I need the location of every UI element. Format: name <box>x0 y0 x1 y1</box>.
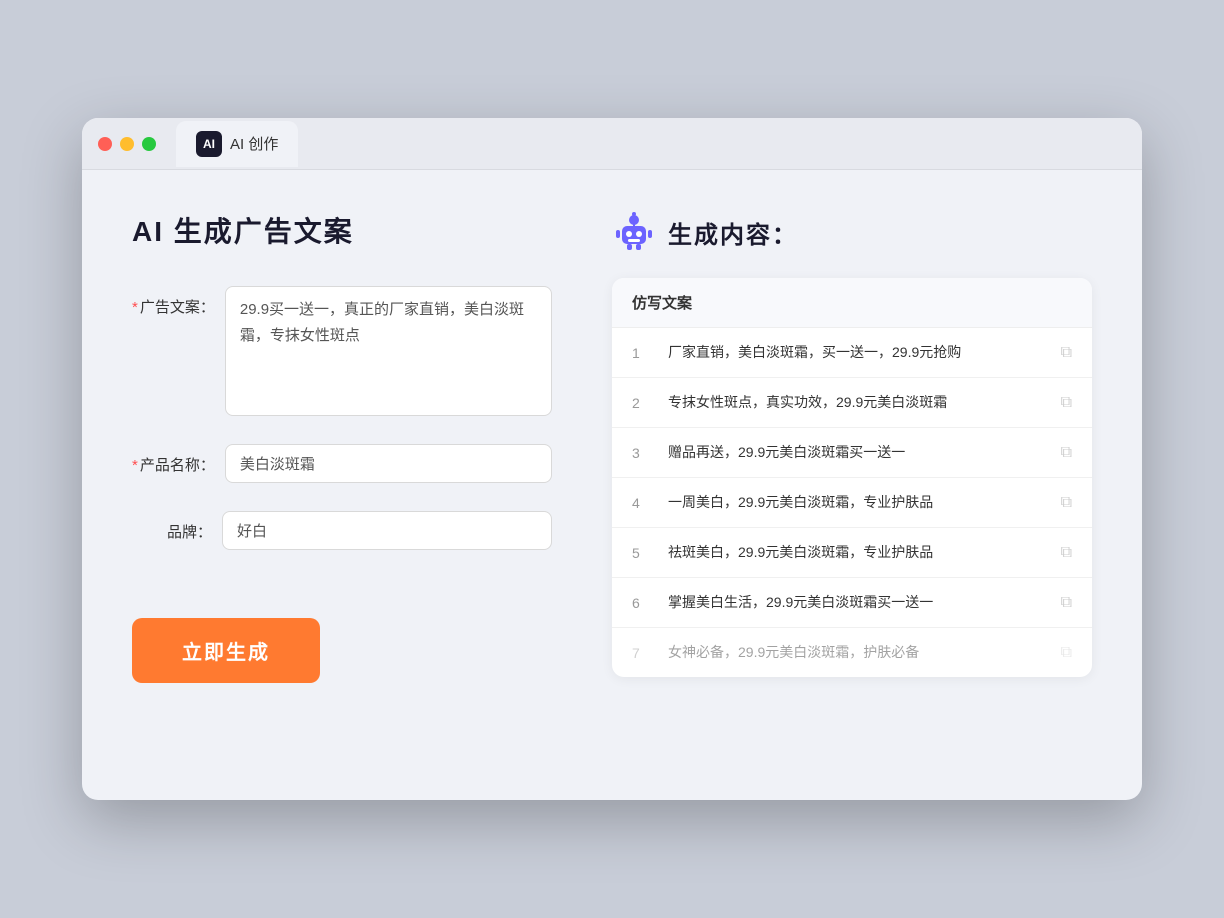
table-row: 3 赠品再送，29.9元美白淡斑霜买一送一 ⧉ <box>612 428 1092 478</box>
row-text: 厂家直销，美白淡斑霜，买一送一，29.9元抢购 <box>668 342 1045 363</box>
brand-label: 品牌： <box>132 511 222 542</box>
ad-label: *广告文案： <box>132 286 225 317</box>
table-row: 2 专抹女性斑点，真实功效，29.9元美白淡斑霜 ⧉ <box>612 378 1092 428</box>
main-content: AI 生成广告文案 *广告文案： *产品名称： 品牌： 立 <box>82 170 1142 800</box>
right-header: 生成内容： <box>612 210 1092 254</box>
generate-button[interactable]: 立即生成 <box>132 618 320 683</box>
copy-icon[interactable]: ⧉ <box>1061 644 1072 662</box>
copy-icon[interactable]: ⧉ <box>1061 594 1072 612</box>
copy-icon[interactable]: ⧉ <box>1061 344 1072 362</box>
ai-tab[interactable]: AI AI 创作 <box>176 121 298 167</box>
left-panel: AI 生成广告文案 *广告文案： *产品名称： 品牌： 立 <box>132 210 552 760</box>
table-body: 1 厂家直销，美白淡斑霜，买一送一，29.9元抢购 ⧉ 2 专抹女性斑点，真实功效，29… <box>612 328 1092 677</box>
row-text: 掌握美白生活，29.9元美白淡斑霜买一送一 <box>668 592 1045 613</box>
row-number: 3 <box>632 445 652 461</box>
copy-icon[interactable]: ⧉ <box>1061 444 1072 462</box>
brand-group: 品牌： <box>132 511 552 550</box>
close-button[interactable] <box>98 137 112 151</box>
page-title: AI 生成广告文案 <box>132 210 552 250</box>
title-bar: AI AI 创作 <box>82 118 1142 170</box>
ad-copy-input[interactable] <box>225 286 552 416</box>
right-title: 生成内容： <box>668 215 798 250</box>
row-number: 6 <box>632 595 652 611</box>
ai-logo-icon: AI <box>196 131 222 157</box>
required-star-ad: * <box>132 299 138 316</box>
product-name-group: *产品名称： <box>132 444 552 483</box>
right-panel: 生成内容： 仿写文案 1 厂家直销，美白淡斑霜，买一送一，29.9元抢购 ⧉ 2 专抹女… <box>612 210 1092 760</box>
required-star-product: * <box>132 457 138 474</box>
row-number: 5 <box>632 545 652 561</box>
copy-icon[interactable]: ⧉ <box>1061 394 1072 412</box>
table-row: 4 一周美白，29.9元美白淡斑霜，专业护肤品 ⧉ <box>612 478 1092 528</box>
row-text: 祛斑美白，29.9元美白淡斑霜，专业护肤品 <box>668 542 1045 563</box>
table-header-text: 仿写文案 <box>632 295 692 312</box>
results-table: 仿写文案 1 厂家直销，美白淡斑霜，买一送一，29.9元抢购 ⧉ 2 专抹女性斑点，真实… <box>612 278 1092 677</box>
table-header: 仿写文案 <box>612 278 1092 328</box>
row-number: 7 <box>632 645 652 661</box>
table-row: 1 厂家直销，美白淡斑霜，买一送一，29.9元抢购 ⧉ <box>612 328 1092 378</box>
brand-input[interactable] <box>222 511 552 550</box>
maximize-button[interactable] <box>142 137 156 151</box>
table-row: 7 女神必备，29.9元美白淡斑霜，护肤必备 ⧉ <box>612 628 1092 677</box>
browser-window: AI AI 创作 AI 生成广告文案 *广告文案： *产品名称： <box>82 118 1142 800</box>
copy-icon[interactable]: ⧉ <box>1061 544 1072 562</box>
traffic-lights <box>98 137 156 151</box>
row-text: 专抹女性斑点，真实功效，29.9元美白淡斑霜 <box>668 392 1045 413</box>
table-row: 5 祛斑美白，29.9元美白淡斑霜，专业护肤品 ⧉ <box>612 528 1092 578</box>
product-label: *产品名称： <box>132 444 225 475</box>
row-number: 1 <box>632 345 652 361</box>
ad-copy-group: *广告文案： <box>132 286 552 416</box>
copy-icon[interactable]: ⧉ <box>1061 494 1072 512</box>
row-text: 赠品再送，29.9元美白淡斑霜买一送一 <box>668 442 1045 463</box>
row-text: 女神必备，29.9元美白淡斑霜，护肤必备 <box>668 642 1045 663</box>
row-number: 2 <box>632 395 652 411</box>
table-row: 6 掌握美白生活，29.9元美白淡斑霜买一送一 ⧉ <box>612 578 1092 628</box>
tab-label: AI 创作 <box>230 133 278 154</box>
row-number: 4 <box>632 495 652 511</box>
product-name-input[interactable] <box>225 444 552 483</box>
robot-icon <box>612 210 656 254</box>
minimize-button[interactable] <box>120 137 134 151</box>
row-text: 一周美白，29.9元美白淡斑霜，专业护肤品 <box>668 492 1045 513</box>
